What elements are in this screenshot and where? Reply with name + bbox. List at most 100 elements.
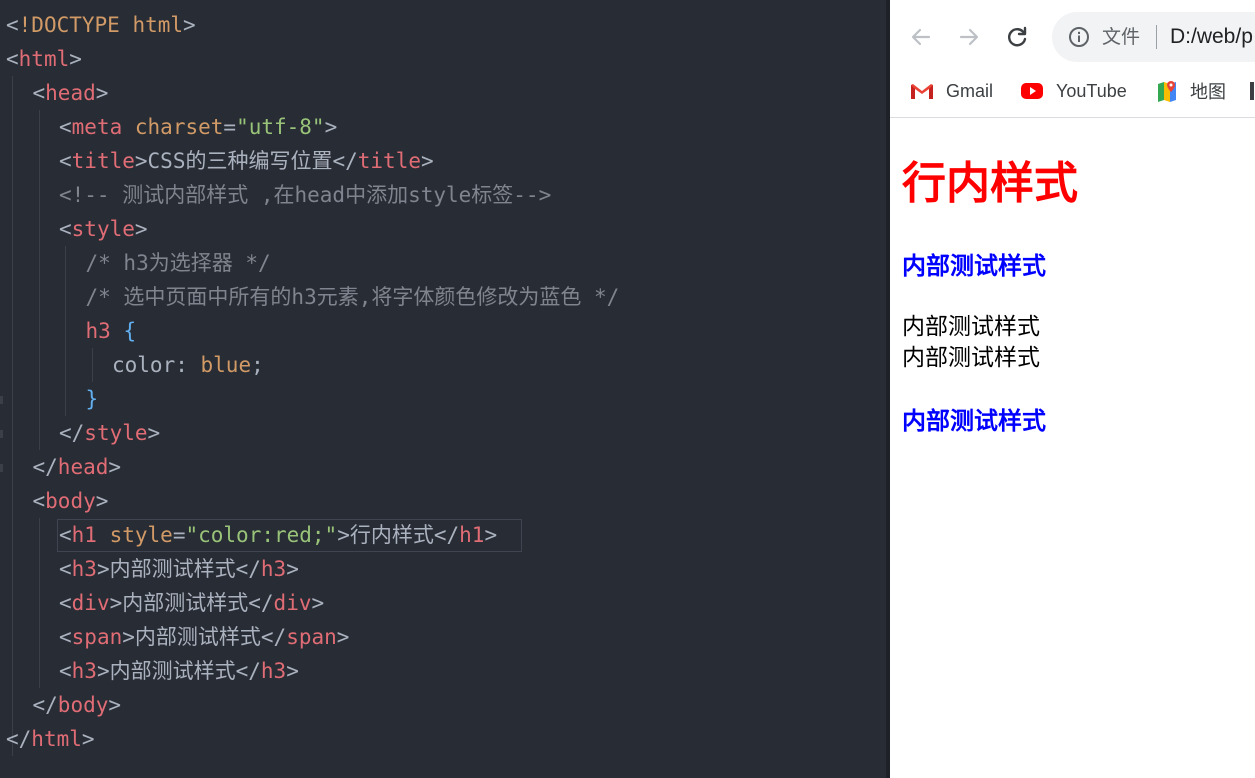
code-token: ; (251, 353, 264, 377)
code-token: "color:red;" (185, 523, 338, 547)
code-token: </ (433, 523, 460, 547)
code-line[interactable]: } (86, 382, 99, 416)
inline-style-heading: 行内样式 (902, 158, 1078, 209)
code-token: = (172, 523, 186, 547)
code-token: </ (32, 455, 58, 479)
code-line[interactable]: /* h3为选择器 */ (86, 246, 271, 280)
code-line[interactable]: h3 { (86, 314, 137, 348)
reload-icon (1008, 26, 1027, 47)
back-button[interactable] (904, 20, 938, 54)
code-token: > (134, 217, 148, 241)
code-token: > (324, 115, 338, 139)
code-token: /* 选中页面中所有的h3元素,将字体颜色修改为蓝色 */ (85, 285, 620, 309)
code-token: 内部测试样式 (109, 659, 236, 683)
code-token: > (95, 489, 109, 513)
code-token: > (108, 455, 122, 479)
code-line[interactable]: <h3>内部测试样式</h3> (59, 552, 299, 586)
code-token: > (69, 47, 82, 71)
code-token: span (71, 625, 123, 649)
code-token: 内部测试样式 (134, 625, 261, 649)
bookmark-maps[interactable]: 地图 (1156, 74, 1226, 108)
code-line[interactable]: <html> (6, 42, 82, 76)
indent-guide (12, 76, 13, 756)
code-editor[interactable]: <!DOCTYPE html> <html> <head> <meta charset… (0, 0, 888, 778)
browser-toolbar: 文件 D:/web/p (890, 0, 1255, 74)
code-line[interactable]: <div>内部测试样式</div> (59, 586, 324, 620)
code-line[interactable]: </body> (33, 688, 122, 722)
code-line[interactable]: <h3>内部测试样式</h3> (59, 654, 299, 688)
code-token: < (59, 115, 72, 139)
code-line[interactable]: <title>CSS的三种编写位置</title> (59, 144, 434, 178)
code-token: > (134, 149, 148, 173)
code-token: } (85, 387, 99, 411)
code-token: h3 (71, 659, 97, 683)
code-line[interactable]: <h1 style="color:red;">行内样式</h1> (59, 518, 497, 552)
code-token: </ (332, 149, 358, 173)
code-line[interactable]: <span>内部测试样式</span> (59, 620, 349, 654)
code-token: > (96, 557, 110, 581)
fold-marker[interactable] (0, 464, 3, 472)
back-arrow-icon (911, 28, 931, 46)
code-token: > (95, 81, 109, 105)
code-token: h3 (85, 319, 111, 343)
code-token: /* h3为选择器 */ (85, 251, 271, 275)
code-token: > (484, 523, 498, 547)
code-token: 内部测试样式 (109, 557, 236, 581)
code-line[interactable]: </head> (33, 450, 122, 484)
reload-button[interactable] (1000, 20, 1034, 54)
browser-window: 文件 D:/web/p Gmail YouTube 地图 行内样式 内部测试样式… (890, 0, 1255, 778)
code-token: < (6, 13, 19, 37)
code-token: title (357, 149, 421, 173)
code-token: > (96, 659, 110, 683)
code-token: CSS的三种编写位置 (147, 149, 333, 173)
code-token: h3 (71, 557, 97, 581)
code-token: < (59, 557, 72, 581)
code-line[interactable]: color: blue; (112, 348, 264, 382)
fold-marker[interactable] (0, 396, 3, 404)
indent-guide (38, 110, 40, 450)
code-token: h1 (71, 523, 97, 547)
info-icon[interactable] (1068, 26, 1090, 48)
code-line[interactable]: <meta charset="utf-8"> (59, 110, 337, 144)
bookmark-label: 地图 (1190, 82, 1226, 102)
code-line[interactable]: </html> (6, 722, 95, 756)
fold-marker[interactable] (0, 430, 3, 438)
address-url[interactable]: D:/web/p (1170, 12, 1253, 62)
bookmark-gmail[interactable]: Gmail (910, 74, 993, 108)
code-line[interactable]: <style> (59, 212, 148, 246)
code-token: > (81, 727, 95, 751)
code-token: title (71, 149, 135, 173)
code-token: { (123, 319, 137, 343)
code-token: </ (59, 421, 85, 445)
code-line[interactable]: <head> (33, 76, 109, 110)
code-token: !DOCTYPE (18, 13, 120, 37)
forward-button[interactable] (952, 20, 986, 54)
code-token: > (108, 693, 122, 717)
code-token: < (32, 489, 46, 513)
code-token: div (71, 591, 110, 615)
code-token: > (183, 13, 196, 37)
code-token: color (112, 353, 176, 377)
code-token: meta (71, 115, 123, 139)
code-token: > (336, 625, 350, 649)
code-token: body (45, 489, 96, 513)
code-line[interactable]: <!-- 测试内部样式 ,在head中添加style标签--> (59, 178, 551, 212)
internal-style-h3-first: 内部测试样式 (902, 252, 1046, 280)
code-line[interactable]: <body> (33, 484, 109, 518)
address-bar[interactable]: 文件 D:/web/p (1052, 12, 1255, 62)
code-token: span (286, 625, 337, 649)
bookmarks-bar: Gmail YouTube 地图 (890, 74, 1255, 118)
code-token: head (57, 455, 109, 479)
code-token: > (286, 659, 299, 683)
code-token: div (273, 591, 312, 615)
code-token: > (286, 557, 299, 581)
code-line[interactable]: </style> (59, 416, 160, 450)
code-line[interactable]: <!DOCTYPE html> (6, 8, 196, 42)
code-token: </ (248, 591, 274, 615)
bookmark-youtube[interactable]: YouTube (1020, 74, 1127, 108)
code-line[interactable]: /* 选中页面中所有的h3元素,将字体颜色修改为蓝色 */ (86, 280, 620, 314)
forward-arrow-icon (959, 28, 979, 46)
